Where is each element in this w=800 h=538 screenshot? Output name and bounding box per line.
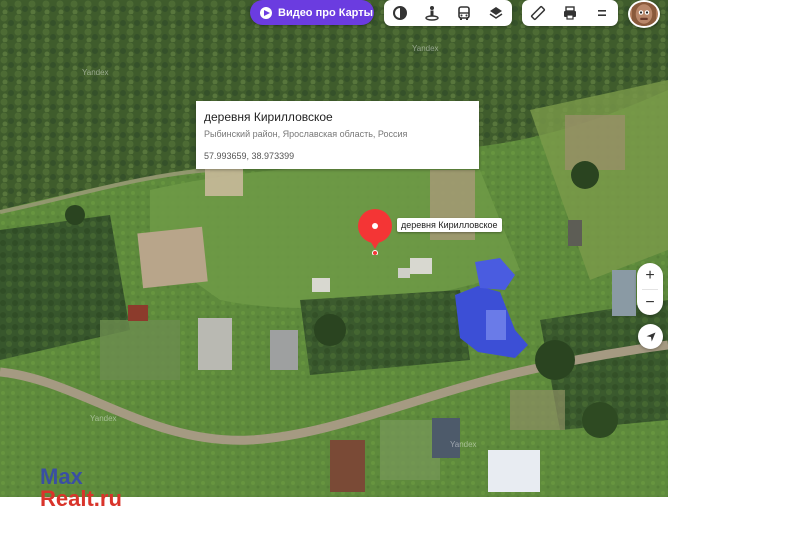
yandex-watermark: Yandex xyxy=(412,44,439,53)
map-layer-controls xyxy=(384,0,512,26)
location-pin-icon[interactable] xyxy=(357,209,395,255)
avatar-image xyxy=(632,2,656,26)
map-layers-stack-icon xyxy=(489,7,503,19)
place-info-card[interactable]: деревня Кирилловское Рыбинский район, Яр… xyxy=(196,101,479,169)
hamburger-menu-icon xyxy=(598,10,606,16)
video-button-label: Видео про Карты xyxy=(278,6,374,19)
navigation-arrow-icon xyxy=(646,332,655,341)
place-title: деревня Кирилловское xyxy=(204,110,333,124)
video-about-maps-button[interactable]: Видео про Карты xyxy=(250,0,374,25)
menu-button[interactable] xyxy=(586,0,618,26)
site-logo: Max Realt.ru xyxy=(40,466,122,510)
site-logo-line2: Realt.ru xyxy=(40,486,122,511)
zoom-out-button[interactable]: − xyxy=(637,290,663,316)
place-coordinates: 57.993659, 38.973399 xyxy=(204,151,295,161)
zoom-in-button[interactable]: + xyxy=(637,263,663,289)
yandex-watermark: Yandex xyxy=(90,414,117,423)
satellite-map[interactable]: Yandex Yandex Yandex Yandex xyxy=(0,0,668,497)
site-logo-line1: Max xyxy=(40,464,83,489)
layers-toggle-button[interactable] xyxy=(384,0,416,26)
yandex-watermark: Yandex xyxy=(450,440,477,449)
ruler-icon xyxy=(530,5,546,21)
bus-icon xyxy=(458,6,470,20)
play-icon xyxy=(260,6,272,19)
print-button[interactable] xyxy=(554,0,586,26)
user-avatar[interactable] xyxy=(628,0,660,28)
ruler-button[interactable] xyxy=(522,0,554,26)
zoom-controls: + − xyxy=(637,263,663,315)
marker-label[interactable]: деревня Кирилловское xyxy=(397,218,502,232)
panorama-button[interactable] xyxy=(416,0,448,26)
yandex-watermark: Yandex xyxy=(82,68,109,77)
layer-stack-button[interactable] xyxy=(480,0,512,26)
printer-icon xyxy=(564,6,576,20)
place-address: Рыбинский район, Ярославская область, Ро… xyxy=(204,129,408,139)
panorama-person-icon xyxy=(425,6,439,21)
map-tool-controls xyxy=(522,0,618,26)
transport-button[interactable] xyxy=(448,0,480,26)
geolocation-button[interactable] xyxy=(638,324,663,349)
layers-icon xyxy=(393,6,407,20)
page: Yandex Yandex Yandex Yandex Видео про Ка… xyxy=(0,0,800,538)
